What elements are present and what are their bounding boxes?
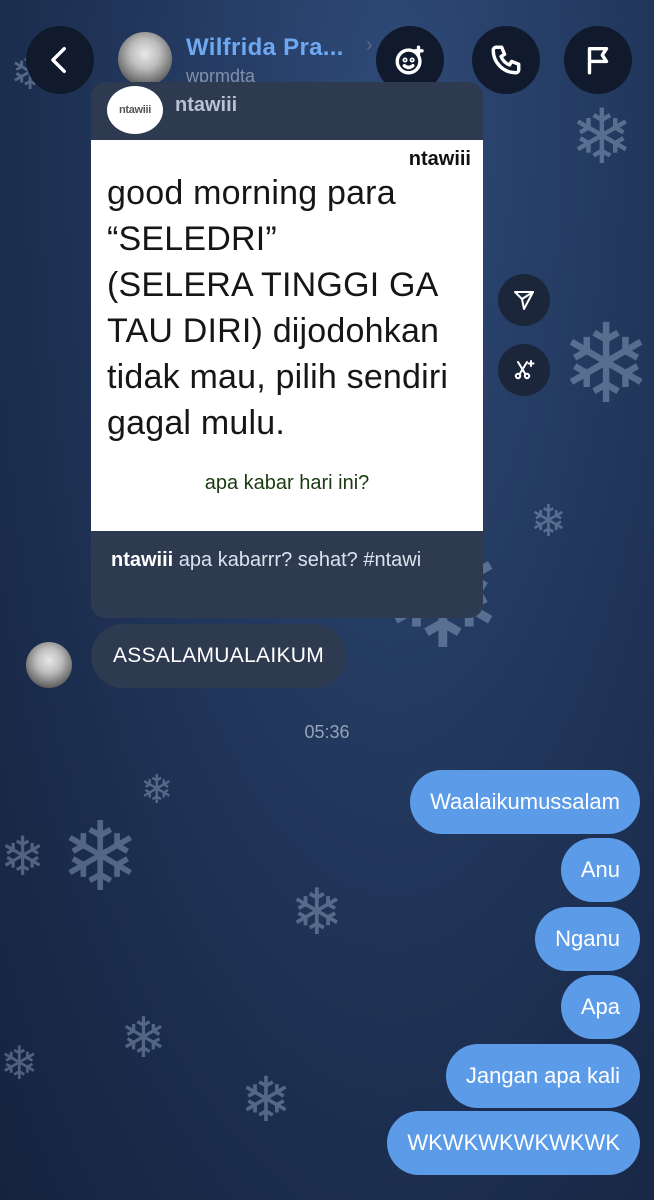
- caption-text: apa kabarrr? sehat? #ntawi: [173, 549, 422, 571]
- contact-name[interactable]: Wilfrida Pra...: [186, 34, 344, 62]
- image-subtext: apa kabar hari ini?: [204, 472, 370, 494]
- sender-avatar[interactable]: [26, 642, 72, 688]
- snowflake-decoration: ❄: [570, 95, 634, 180]
- timestamp: 05:36: [304, 722, 350, 742]
- snowflake-decoration: ❄: [120, 1006, 167, 1069]
- contact-avatar[interactable]: [118, 32, 172, 86]
- share-icon: [514, 291, 534, 310]
- outgoing-message[interactable]: Apa: [560, 975, 640, 1039]
- image-text: good morning para “SELEDRI” (SELERA TING…: [107, 170, 473, 446]
- outgoing-message[interactable]: Anu: [560, 838, 640, 902]
- snowflake-decoration: ❄: [140, 768, 174, 812]
- outgoing-message[interactable]: WKWKWKWKWKWK: [387, 1111, 640, 1175]
- shared-post-card[interactable]: ntawiii ntawiii ntawiii good morning par…: [91, 82, 483, 618]
- snowflake-decoration: ❄: [530, 497, 567, 546]
- image-text-line: gagal mulu.: [107, 404, 285, 442]
- snowflake-decoration: ❄: [290, 876, 344, 948]
- add-face-icon: [395, 45, 424, 75]
- share-button[interactable]: [498, 274, 550, 326]
- snowflake-decoration: ❄: [0, 1037, 39, 1089]
- snowflake-decoration: ❄: [240, 1066, 292, 1135]
- image-text-line: (SELERA TINGGI GA: [107, 266, 439, 304]
- image-text-line: “SELEDRI”: [107, 220, 277, 258]
- image-text-line: tidak mau, pilih sendiri: [107, 358, 449, 396]
- post-author-username: ntawiii: [175, 94, 238, 116]
- snowflake-decoration: ❄: [60, 804, 141, 911]
- snowflake-decoration: ❄: [560, 303, 653, 426]
- outgoing-message[interactable]: Jangan apa kali: [445, 1044, 640, 1108]
- report-button[interactable]: [564, 26, 632, 94]
- caption-username: ntawiii: [111, 549, 174, 571]
- image-text-line: TAU DIRI) dijodohkan: [107, 312, 440, 350]
- phone-icon: [491, 45, 521, 75]
- incoming-message[interactable]: ASSALAMUALAIKUM: [91, 624, 347, 688]
- post-caption: ntawiii apa kabarrr? sehat? #ntawi: [111, 546, 471, 575]
- remix-button[interactable]: [498, 344, 550, 396]
- chevron-right-icon: ›: [366, 34, 373, 56]
- image-watermark: ntawiii: [408, 148, 471, 170]
- chevron-left-icon: [51, 46, 66, 74]
- flag-icon: [587, 46, 609, 75]
- image-text-line: good morning para: [107, 174, 396, 212]
- post-header: ntawiii ntawiii: [91, 82, 483, 140]
- post-author-avatar: ntawiii: [107, 86, 163, 134]
- back-button[interactable]: [26, 26, 94, 94]
- outgoing-message[interactable]: Nganu: [535, 907, 640, 971]
- outgoing-message[interactable]: Waalaikumussalam: [410, 770, 640, 834]
- remix-icon: [514, 360, 535, 380]
- post-image[interactable]: ntawiii good morning para “SELEDRI” (SEL…: [91, 140, 483, 531]
- snowflake-decoration: ❄: [0, 827, 46, 887]
